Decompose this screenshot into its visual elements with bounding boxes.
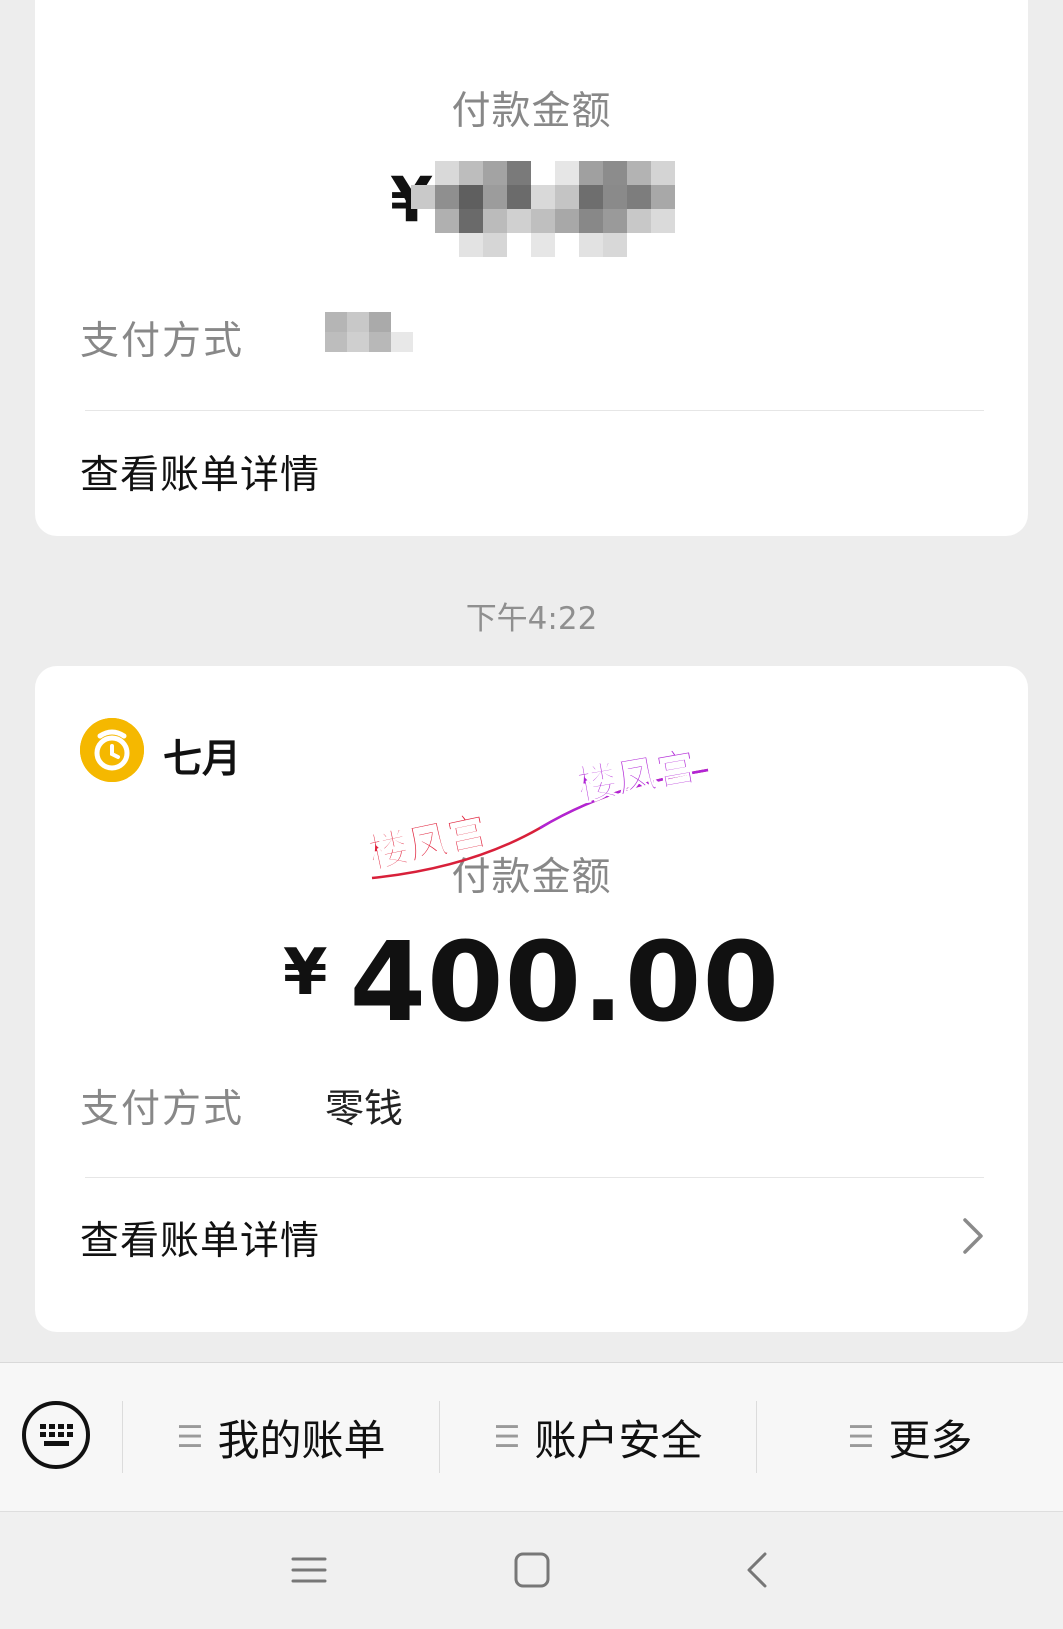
home-icon[interactable] [508, 1546, 556, 1594]
redacted-amount: ¥ [355, 155, 735, 265]
payment-card: 七月 付款金额 ¥400.00 支付方式 零钱 查看账单详情 [35, 666, 1028, 1332]
menu-my-bills[interactable]: ☰ 我的账单 [123, 1363, 439, 1511]
alarm-clock-icon [80, 718, 144, 782]
amount-label: 付款金额 [451, 89, 612, 134]
view-bill-details-link[interactable]: 查看账单详情 [80, 444, 320, 500]
menu-item-label: 我的账单 [217, 1415, 386, 1465]
view-bill-details-link[interactable]: 查看账单详情 [80, 1210, 320, 1266]
currency-symbol: ¥ [282, 936, 328, 1010]
payment-method-value: 零钱 [325, 1087, 404, 1132]
top-payment-card: 付款金额 ¥ [35, 0, 1028, 536]
chevron-right-icon[interactable] [960, 1216, 986, 1256]
menu-lines-icon: ☰ [847, 1419, 875, 1455]
menu-item-label: 账户安全 [534, 1415, 703, 1465]
recent-apps-icon[interactable] [285, 1546, 333, 1594]
system-navigation-bar [0, 1512, 1063, 1629]
message-timestamp: 下午4:22 [465, 601, 598, 637]
payment-method-label: 支付方式 [80, 1087, 245, 1132]
back-icon[interactable] [735, 1546, 783, 1594]
amount-value: 400.00 [349, 918, 780, 1046]
divider [85, 1177, 984, 1178]
merchant-name: 七月 [163, 737, 242, 782]
pixelated-amount-image [411, 161, 675, 257]
menu-lines-icon: ☰ [493, 1419, 521, 1455]
menu-lines-icon: ☰ [176, 1419, 204, 1455]
menu-item-label: 更多 [888, 1415, 973, 1465]
amount-label: 付款金额 [451, 855, 612, 900]
divider [85, 410, 984, 411]
payment-amount: ¥400.00 [35, 918, 1028, 1046]
payment-method-label: 支付方式 [80, 319, 245, 364]
menu-more[interactable]: ☰ 更多 [757, 1363, 1063, 1511]
menu-account-security[interactable]: ☰ 账户安全 [440, 1363, 756, 1511]
redacted-payment-method [325, 312, 413, 352]
keyboard-icon[interactable] [22, 1401, 90, 1469]
service-menu-bar: ☰ 我的账单 ☰ 账户安全 ☰ 更多 [0, 1362, 1063, 1512]
